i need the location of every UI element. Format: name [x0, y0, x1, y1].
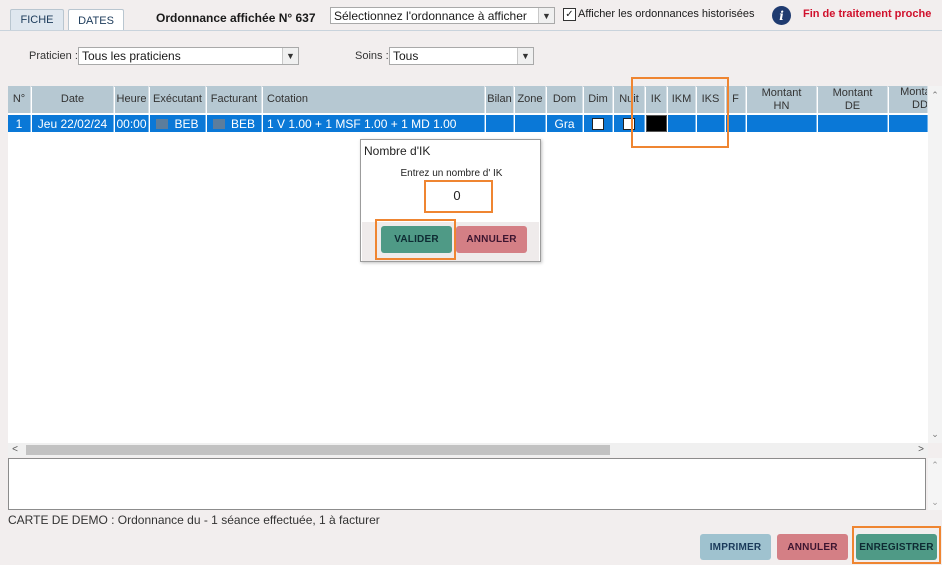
column-header-nuit[interactable]: Nuit: [614, 86, 645, 113]
info-icon[interactable]: i: [772, 6, 791, 25]
row-1-date[interactable]: Jeu 22/02/24: [32, 115, 114, 132]
row-1-f[interactable]: [726, 115, 746, 132]
row-1-executant[interactable]: BEB: [150, 115, 206, 132]
soins-select[interactable]: Tous ▼: [389, 47, 534, 65]
column-header-date[interactable]: Date: [32, 86, 114, 113]
column-header-ikm[interactable]: IKM: [668, 86, 696, 113]
person-icon: [156, 118, 169, 129]
column-header-num[interactable]: N°: [8, 86, 31, 113]
column-header-f[interactable]: F: [726, 86, 746, 113]
column-header-montant-dd-label: Montant DD: [900, 86, 928, 111]
notes-scrollbar[interactable]: ⌃ ⌄: [928, 458, 942, 510]
chevron-down-icon[interactable]: ▼: [538, 8, 554, 23]
row-1-dom[interactable]: Gra: [547, 115, 583, 132]
column-header-montant-hn[interactable]: Montant HN: [747, 86, 817, 113]
print-button[interactable]: IMPRIMER: [700, 534, 771, 560]
column-header-heure[interactable]: Heure: [115, 86, 149, 113]
column-header-executant[interactable]: Exécutant: [150, 86, 206, 113]
soins-label: Soins :: [355, 50, 389, 62]
person-icon: [212, 118, 225, 129]
row-1-ik[interactable]: [646, 115, 667, 132]
column-header-dom[interactable]: Dom: [547, 86, 583, 113]
historised-checkbox[interactable]: ✓: [563, 8, 576, 21]
dim-checkbox[interactable]: [592, 117, 604, 130]
validate-button[interactable]: VALIDER: [381, 226, 452, 253]
praticien-label: Praticien :: [29, 50, 78, 62]
row-1-facturant[interactable]: BEB: [207, 115, 262, 132]
praticien-select-value: Tous les praticiens: [82, 49, 181, 63]
chevron-down-icon[interactable]: ⌄: [928, 427, 942, 441]
column-header-zone[interactable]: Zone: [515, 86, 546, 113]
cancel-button[interactable]: ANNULER: [777, 534, 848, 560]
dialog-prompt: Entrez un nombre d' IK: [400, 168, 503, 179]
chevron-up-icon[interactable]: ⌃: [928, 88, 942, 102]
dialog-cancel-button[interactable]: ANNULER: [456, 226, 527, 253]
column-header-montant-de[interactable]: Montant DE: [818, 86, 888, 113]
table-horizontal-scrollbar[interactable]: < >: [8, 443, 928, 457]
row-1-facturant-value: BEB: [230, 116, 255, 131]
column-header-cotation[interactable]: Cotation: [263, 86, 485, 113]
row-1-bilan[interactable]: [486, 115, 514, 132]
save-button[interactable]: ENREGISTRER: [856, 534, 937, 560]
praticien-select[interactable]: Tous les praticiens ▼: [78, 47, 299, 65]
row-1-num[interactable]: 1: [8, 115, 31, 132]
table-vertical-scrollbar[interactable]: ⌃ ⌄: [928, 86, 942, 443]
chevron-down-icon[interactable]: ▼: [517, 48, 533, 64]
soins-select-value: Tous: [393, 49, 419, 63]
row-1-montant-hn[interactable]: [747, 115, 817, 132]
chevron-left-icon[interactable]: <: [8, 443, 22, 457]
status-text: CARTE DE DEMO : Ordonnance du - 1 séance…: [8, 513, 380, 527]
row-1-executant-value: BEB: [174, 116, 199, 131]
ik-count-input[interactable]: 0: [426, 183, 488, 209]
row-1-zone[interactable]: [515, 115, 546, 132]
column-header-facturant[interactable]: Facturant: [207, 86, 262, 113]
chevron-down-icon[interactable]: ▼: [282, 48, 298, 64]
tab-fiche[interactable]: FICHE: [10, 9, 64, 30]
dialog-title: Nombre d'IK: [364, 144, 431, 158]
historised-checkbox-label: Afficher les ordonnances historisées: [578, 8, 755, 20]
chevron-down-icon[interactable]: ⌄: [928, 497, 942, 508]
row-1-iks[interactable]: [697, 115, 725, 132]
ordonnance-select[interactable]: Sélectionnez l'ordonnance à afficher ▼: [330, 7, 555, 24]
row-1-cotation[interactable]: 1 V 1.00 + 1 MSF 1.00 + 1 MD 1.00: [263, 115, 485, 132]
row-1-heure[interactable]: 00:00: [115, 115, 149, 132]
row-1-dim[interactable]: [584, 115, 613, 132]
column-header-bilan[interactable]: Bilan: [486, 86, 514, 113]
column-header-dim[interactable]: Dim: [584, 86, 613, 113]
ordonnance-select-value: Sélectionnez l'ordonnance à afficher: [334, 8, 527, 23]
page-title: Ordonnance affichée N° 637: [156, 11, 316, 25]
chevron-up-icon[interactable]: ⌃: [928, 460, 942, 471]
row-1-montant-dd[interactable]: [889, 115, 928, 132]
nuit-checkbox[interactable]: [623, 117, 635, 130]
row-1-ikm[interactable]: [668, 115, 696, 132]
tab-dates[interactable]: DATES: [68, 9, 124, 31]
chevron-right-icon[interactable]: >: [914, 443, 928, 457]
scrollbar-thumb[interactable]: [26, 445, 610, 455]
alert-text[interactable]: Fin de traitement proche: [803, 8, 931, 20]
row-1-montant-de[interactable]: [818, 115, 888, 132]
tab-divider: [0, 30, 942, 31]
column-header-iks[interactable]: IKS: [697, 86, 725, 113]
notes-textarea[interactable]: [8, 458, 926, 510]
row-1-nuit[interactable]: [614, 115, 645, 132]
column-header-ik[interactable]: IK: [646, 86, 667, 113]
column-header-montant-dd[interactable]: Montant DD: [889, 86, 928, 113]
